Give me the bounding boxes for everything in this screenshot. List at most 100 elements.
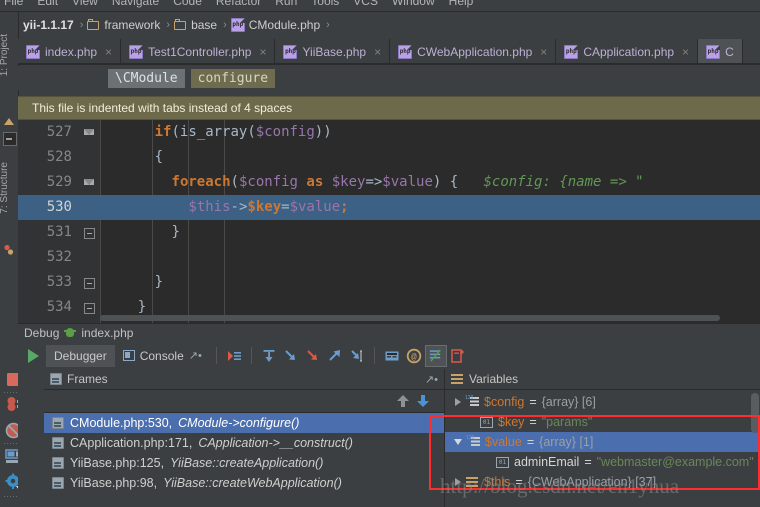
editor-tab-5[interactable]: C — [698, 39, 743, 64]
code-line[interactable]: 529 foreach($config as $key=>$value) { $c… — [18, 170, 760, 195]
variables-scrollbar[interactable] — [751, 393, 759, 433]
close-icon[interactable]: × — [105, 45, 112, 59]
editor-horizontal-scrollbar[interactable] — [100, 315, 720, 321]
sidebar-item-project[interactable]: 1: Project — [0, 34, 17, 76]
breadcrumb: yii-1.1.17 › framework › base › CModule.… — [0, 12, 760, 38]
code-line[interactable]: 530 $this->$key=$value; — [18, 195, 760, 220]
fold-collapse-icon[interactable] — [84, 178, 95, 189]
structure-method-chip[interactable]: configure — [190, 68, 276, 88]
menu-item-navigate[interactable]: Navigate — [112, 0, 159, 8]
code-token: if — [154, 124, 172, 140]
show-execution-point-icon[interactable] — [223, 345, 245, 367]
evaluate-expression-icon[interactable] — [381, 345, 403, 367]
menu-item-refactor[interactable]: Refactor — [216, 0, 261, 8]
move-down-icon[interactable] — [416, 393, 430, 412]
menu-item-edit[interactable]: Edit — [37, 0, 58, 8]
variable-name: $key — [498, 415, 525, 429]
close-icon[interactable]: × — [374, 45, 381, 59]
variable-row[interactable]: 01 adminEmail = "webmaster@example.com" — [445, 452, 760, 472]
close-icon[interactable]: × — [259, 45, 266, 59]
editor-tab-0[interactable]: index.php × — [18, 39, 122, 64]
code-token: as — [306, 174, 324, 190]
code-token: $config — [255, 124, 315, 140]
code-line[interactable]: 532 — [18, 245, 760, 270]
force-step-into-icon[interactable] — [302, 345, 324, 367]
menu-item-tools[interactable]: Tools — [311, 0, 339, 8]
variable-row[interactable]: $config = {array} [6] — [445, 392, 760, 412]
frame-method: YiiBase::createWebApplication() — [163, 476, 342, 490]
fold-end-icon[interactable] — [84, 303, 95, 314]
code-token: ) { — [432, 174, 459, 190]
restore-layout-icon[interactable] — [447, 345, 469, 367]
step-over-icon[interactable] — [258, 345, 280, 367]
tab-debugger[interactable]: Debugger — [46, 344, 115, 367]
chevron-right-icon[interactable] — [455, 398, 461, 406]
editor-tab-bar: index.php×Test1Controller.php×YiiBase.ph… — [18, 39, 760, 64]
breadcrumb-separator: › — [79, 19, 84, 31]
code-text: { — [104, 145, 163, 170]
code-line[interactable]: 528 { — [18, 145, 760, 170]
code-editor[interactable]: 527 if(is_array($config)) 528{529 foreach($… — [18, 120, 760, 323]
collapse-icon[interactable] — [3, 132, 17, 146]
code-line[interactable]: 527 if(is_array($config)) — [18, 120, 760, 145]
code-token: => — [365, 174, 383, 190]
array-icon — [466, 436, 480, 448]
resume-program-button[interactable] — [20, 348, 46, 363]
watches-icon[interactable]: @ — [403, 345, 425, 367]
mute-breakpoints-icon[interactable] — [424, 344, 447, 367]
editor-tab-2[interactable]: YiiBase.php × — [275, 39, 391, 64]
php-file-icon — [564, 44, 579, 59]
menu-item-view[interactable]: View — [72, 0, 98, 8]
tab-console-label: Console — [139, 348, 184, 363]
menu-item-code[interactable]: Code — [173, 0, 202, 8]
tab-console[interactable]: Console ↗• — [115, 345, 210, 367]
breadcrumb-item-2[interactable]: base — [174, 18, 217, 32]
line-number: 533 — [46, 274, 72, 290]
fold-collapse-icon[interactable] — [84, 128, 95, 139]
code-text: } — [104, 220, 180, 245]
stack-frame-icon — [52, 457, 64, 469]
sidebar-item-structure[interactable]: 7: Structure — [0, 162, 17, 214]
editor-tab-3[interactable]: CWebApplication.php × — [390, 39, 557, 64]
pin-icon[interactable]: ↗• — [189, 349, 202, 362]
menu-item-file[interactable]: File — [4, 0, 23, 8]
menu-item-vcs[interactable]: VCS — [353, 0, 378, 8]
frame-row[interactable]: YiiBase.php:98, YiiBase::createWebApplica… — [44, 473, 444, 493]
breadcrumb-label: framework — [104, 18, 161, 32]
variable-row[interactable]: $value = {array} [1] — [445, 432, 760, 452]
menu-item-run[interactable]: Run — [275, 0, 297, 8]
step-out-icon[interactable] — [324, 345, 346, 367]
step-into-icon[interactable] — [280, 345, 302, 367]
fold-end-icon[interactable] — [84, 228, 95, 239]
menu-item-help[interactable]: Help — [449, 0, 474, 8]
close-icon[interactable]: × — [682, 45, 689, 59]
php-file-icon — [706, 44, 721, 59]
frame-row[interactable]: YiiBase.php:125, YiiBase::createApplicati… — [44, 453, 444, 473]
editor-tab-4[interactable]: CApplication.php × — [556, 39, 699, 64]
chevron-down-icon[interactable] — [454, 439, 462, 445]
debug-config-name: index.php — [81, 326, 134, 340]
run-to-cursor-icon[interactable] — [346, 345, 368, 367]
breadcrumb-item-1[interactable]: framework — [87, 18, 160, 32]
frame-row[interactable]: CModule.php:530, CModule->configure() — [44, 413, 444, 433]
move-up-icon[interactable] — [396, 393, 410, 412]
line-number: 532 — [46, 249, 72, 265]
fold-end-icon[interactable] — [84, 278, 95, 289]
close-icon[interactable]: × — [540, 45, 547, 59]
structure-class-chip[interactable]: \CModule — [108, 68, 185, 88]
variable-value: "webmaster@example.com" — [596, 455, 754, 469]
editor-tab-1[interactable]: Test1Controller.php × — [121, 39, 276, 64]
variables-icon — [451, 373, 464, 385]
menu-item-window[interactable]: Window — [392, 0, 435, 8]
frames-title: Frames — [67, 372, 108, 386]
frame-row[interactable]: CApplication.php:171, CApplication->__con… — [44, 433, 444, 453]
breadcrumb-item-3[interactable]: CModule.php — [230, 18, 320, 32]
frame-method: CModule->configure() — [178, 416, 300, 430]
code-line[interactable]: 531} — [18, 220, 760, 245]
variable-row[interactable]: 01 $key = "params" — [445, 412, 760, 432]
pin-icon[interactable]: ↗• — [425, 373, 444, 386]
code-token: ; — [340, 199, 349, 215]
code-token: ( — [230, 174, 239, 190]
code-line[interactable]: 533} — [18, 270, 760, 295]
